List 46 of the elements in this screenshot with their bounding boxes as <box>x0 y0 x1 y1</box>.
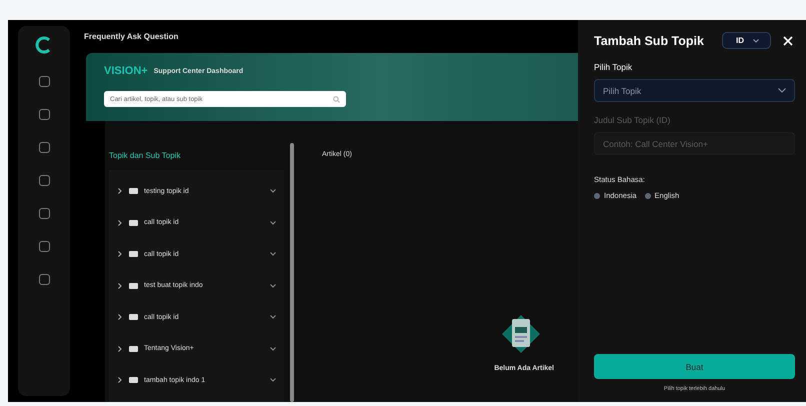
close-button[interactable] <box>781 34 795 48</box>
document-illustration <box>500 313 542 355</box>
nav-icon[interactable] <box>38 109 50 120</box>
field-label: Pilih Topik <box>594 62 634 72</box>
expand-icon[interactable] <box>117 377 123 384</box>
search-icon <box>333 96 340 102</box>
nav-icon[interactable] <box>38 175 50 186</box>
expand-icon[interactable] <box>117 346 123 352</box>
chevron-icon <box>270 220 276 225</box>
chevron-icon <box>270 346 276 351</box>
folder-icon <box>129 251 138 258</box>
page-title: Frequently Ask Question <box>83 31 180 43</box>
scrollbar[interactable] <box>290 142 294 402</box>
folder-icon <box>129 282 138 289</box>
folder-icon <box>129 314 138 320</box>
nav-icon[interactable] <box>38 241 50 252</box>
section-title: Topik dan Sub Topik <box>109 150 180 160</box>
expand-icon[interactable] <box>117 314 123 320</box>
input-field: Contoh: Call Center Vision+ <box>594 132 795 155</box>
nav-icon[interactable] <box>38 142 50 153</box>
folder-icon <box>129 377 138 384</box>
chevron-icon <box>270 189 276 194</box>
brand-logo: VISION+ <box>104 65 148 77</box>
chevron-icon <box>270 378 276 382</box>
language-select[interactable]: ID <box>722 32 771 49</box>
field-label: Judul Sub Topik (ID) <box>594 115 672 125</box>
folder-icon <box>129 220 138 226</box>
caret-icon <box>753 38 759 42</box>
nav-icon[interactable] <box>38 76 50 87</box>
expand-icon[interactable] <box>117 220 123 226</box>
logo-icon <box>35 36 53 54</box>
nav-icon[interactable] <box>38 208 50 219</box>
nav-icon[interactable] <box>38 274 50 285</box>
folder-icon <box>129 188 138 194</box>
chevron-icon <box>778 88 786 93</box>
create-button[interactable]: Buat <box>594 354 795 379</box>
folder-icon <box>129 346 138 352</box>
chevron-icon <box>270 284 276 288</box>
expand-icon[interactable] <box>117 188 123 194</box>
expand-icon[interactable] <box>117 251 123 258</box>
panel-title: Tambah Sub Topik <box>594 34 705 48</box>
close-icon <box>783 36 793 46</box>
chevron-icon <box>270 315 276 320</box>
select-field[interactable]: Pilih Topik <box>594 79 795 102</box>
expand-icon[interactable] <box>117 282 123 289</box>
chevron-icon <box>270 252 276 256</box>
